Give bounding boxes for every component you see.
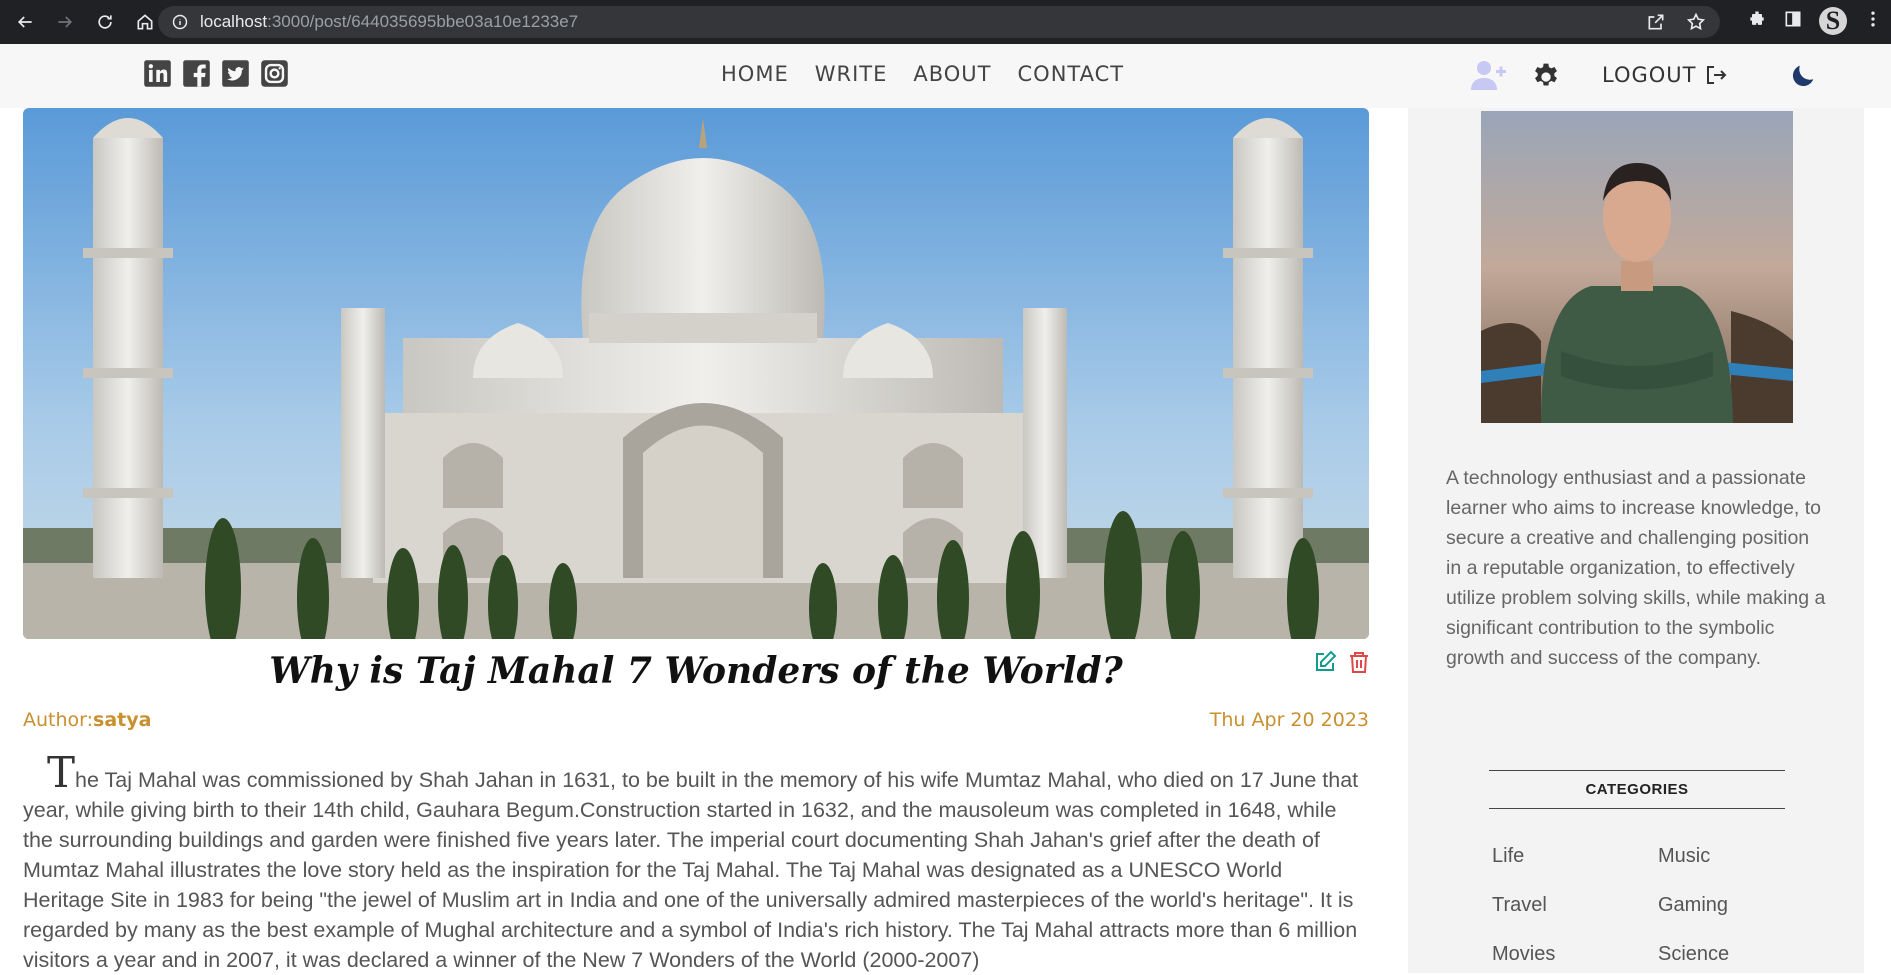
back-icon[interactable]: [10, 7, 40, 37]
nav-contact[interactable]: CONTACT: [1018, 62, 1125, 86]
author-bio: A technology enthusiast and a passionate…: [1446, 467, 1826, 669]
category-science[interactable]: Science: [1658, 941, 1788, 968]
post-author: Author:satya: [23, 709, 151, 731]
single-post: Why is Taj Mahal 7 Wonders of the World?…: [0, 108, 1408, 973]
linkedin-icon[interactable]: [143, 59, 172, 88]
logout-icon: [1707, 66, 1727, 84]
nav-about[interactable]: ABOUT: [913, 62, 991, 86]
sidebar: A technology enthusiast and a passionate…: [1408, 108, 1864, 973]
reload-icon[interactable]: [90, 7, 120, 37]
author-link[interactable]: satya: [93, 709, 151, 731]
trash-icon[interactable]: [1347, 650, 1371, 674]
site-info-icon[interactable]: [172, 14, 188, 30]
post-body: The Taj Mahal was commissioned by Shah J…: [23, 752, 1369, 975]
category-life[interactable]: Life: [1492, 843, 1658, 870]
author-photo: [1481, 111, 1793, 423]
gear-icon[interactable]: [1530, 59, 1562, 91]
post-date: Thu Apr 20 2023: [1209, 709, 1369, 731]
home-icon[interactable]: [130, 7, 160, 37]
forward-icon[interactable]: [50, 7, 80, 37]
author-prefix: Author:: [23, 709, 94, 731]
site-header: HOME WRITE ABOUT CONTACT LOGOUT: [0, 44, 1891, 108]
post-dropcap: T: [47, 748, 76, 797]
category-movies[interactable]: Movies: [1492, 941, 1658, 968]
browser-toolbar: localhost:3000/post/644035695bbe03a10e12…: [0, 0, 1891, 44]
side-panel-icon[interactable]: [1783, 9, 1803, 33]
categories-list: Life Music Travel Gaming Movies Science: [1492, 843, 1792, 968]
extensions-icon[interactable]: [1747, 9, 1767, 33]
post-cover-image: [23, 108, 1369, 639]
twitter-icon[interactable]: [221, 59, 250, 88]
dark-mode-moon-icon[interactable]: [1790, 61, 1818, 89]
post-body-text: he Taj Mahal was commissioned by Shah Ja…: [23, 768, 1359, 972]
facebook-icon[interactable]: [182, 59, 211, 88]
post-title: Why is Taj Mahal 7 Wonders of the World?: [269, 650, 1123, 692]
categories-title: CATEGORIES: [1489, 770, 1785, 809]
category-music[interactable]: Music: [1658, 843, 1788, 870]
add-user-icon[interactable]: [1470, 58, 1506, 92]
bookmark-star-icon[interactable]: [1686, 12, 1706, 36]
post-actions: [1313, 650, 1371, 674]
category-gaming[interactable]: Gaming: [1658, 892, 1788, 919]
nav-write[interactable]: WRITE: [815, 62, 888, 86]
post-meta: Author:satya Thu Apr 20 2023: [23, 709, 1369, 731]
header-actions: LOGOUT: [1470, 58, 1818, 92]
menu-kebab-icon[interactable]: [1863, 9, 1883, 33]
logout-button[interactable]: LOGOUT: [1602, 63, 1728, 87]
instagram-icon[interactable]: [260, 59, 289, 88]
category-travel[interactable]: Travel: [1492, 892, 1658, 919]
nav-home[interactable]: HOME: [721, 62, 789, 86]
social-links: [143, 59, 289, 88]
edit-icon[interactable]: [1313, 650, 1337, 674]
profile-avatar[interactable]: S: [1819, 6, 1847, 35]
url-text: localhost:3000/post/644035695bbe03a10e12…: [200, 12, 579, 31]
main-nav: HOME WRITE ABOUT CONTACT: [721, 62, 1124, 86]
share-icon[interactable]: [1646, 12, 1666, 36]
logout-label: LOGOUT: [1602, 63, 1697, 87]
address-bar[interactable]: localhost:3000/post/644035695bbe03a10e12…: [158, 6, 1720, 38]
